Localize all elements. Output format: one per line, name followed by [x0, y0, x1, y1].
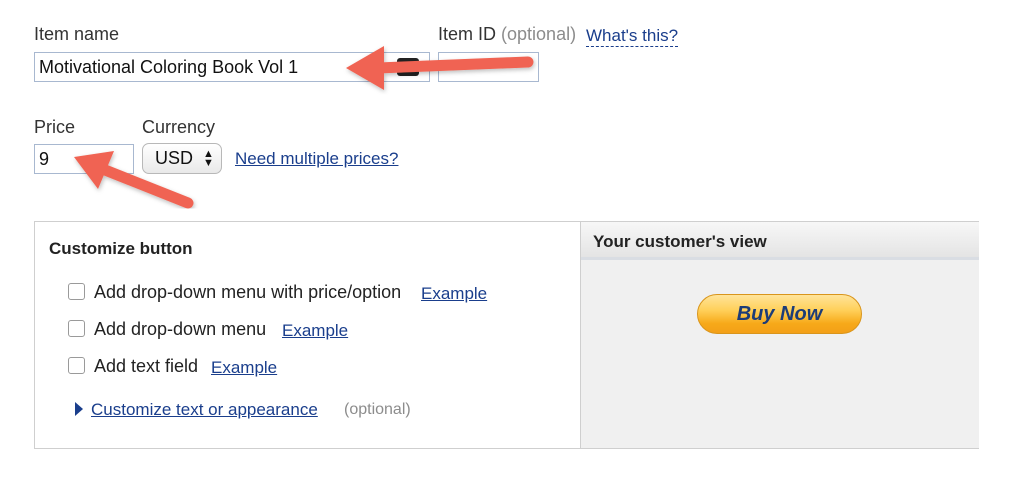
price-label: Price [34, 117, 76, 137]
whats-this-link[interactable]: What's this? [586, 26, 679, 47]
checkbox-dropdown-price[interactable] [68, 283, 85, 300]
price-input[interactable] [39, 149, 129, 170]
item-id-optional: (optional) [501, 24, 577, 44]
item-id-field[interactable] [438, 52, 539, 82]
customize-title: Customize button [49, 239, 193, 258]
item-id-label-text: Item ID [438, 24, 497, 44]
example-link-dropdown-price[interactable]: Example [421, 284, 487, 304]
item-id-input[interactable] [443, 57, 534, 78]
item-name-input[interactable] [39, 57, 425, 78]
item-name-label: Item name [34, 24, 120, 44]
need-multiple-prices-link[interactable]: Need multiple prices? [235, 149, 398, 169]
customer-view-panel: Your customer's view Buy Now [580, 222, 979, 448]
select-arrows-icon: ▲ ▼ [203, 147, 214, 169]
customize-appearance-link[interactable]: Customize text or appearance [91, 400, 318, 420]
checkbox-text-field[interactable] [68, 357, 85, 374]
price-field[interactable] [34, 144, 134, 174]
currency-selected: USD [155, 148, 194, 168]
customize-panel: Customize button Add drop-down menu with… [34, 221, 979, 449]
option-label-text-field: Add text field [94, 356, 199, 376]
currency-select[interactable]: USD ▲ ▼ [142, 143, 222, 174]
customize-appearance-optional: (optional) [344, 401, 411, 418]
option-label-dropdown: Add drop-down menu [94, 319, 267, 339]
example-link-text-field[interactable]: Example [211, 358, 277, 378]
checkbox-dropdown[interactable] [68, 320, 85, 337]
example-link-dropdown[interactable]: Example [282, 321, 348, 341]
option-label-dropdown-price: Add drop-down menu with price/option [94, 282, 402, 302]
currency-label: Currency [142, 117, 216, 137]
contact-card-icon [397, 58, 419, 76]
expand-triangle-icon[interactable] [75, 402, 83, 416]
item-id-label: Item ID (optional) [438, 24, 576, 45]
buy-now-button[interactable]: Buy Now [697, 294, 862, 334]
item-name-field[interactable] [34, 52, 430, 82]
customer-view-title: Your customer's view [581, 222, 979, 260]
